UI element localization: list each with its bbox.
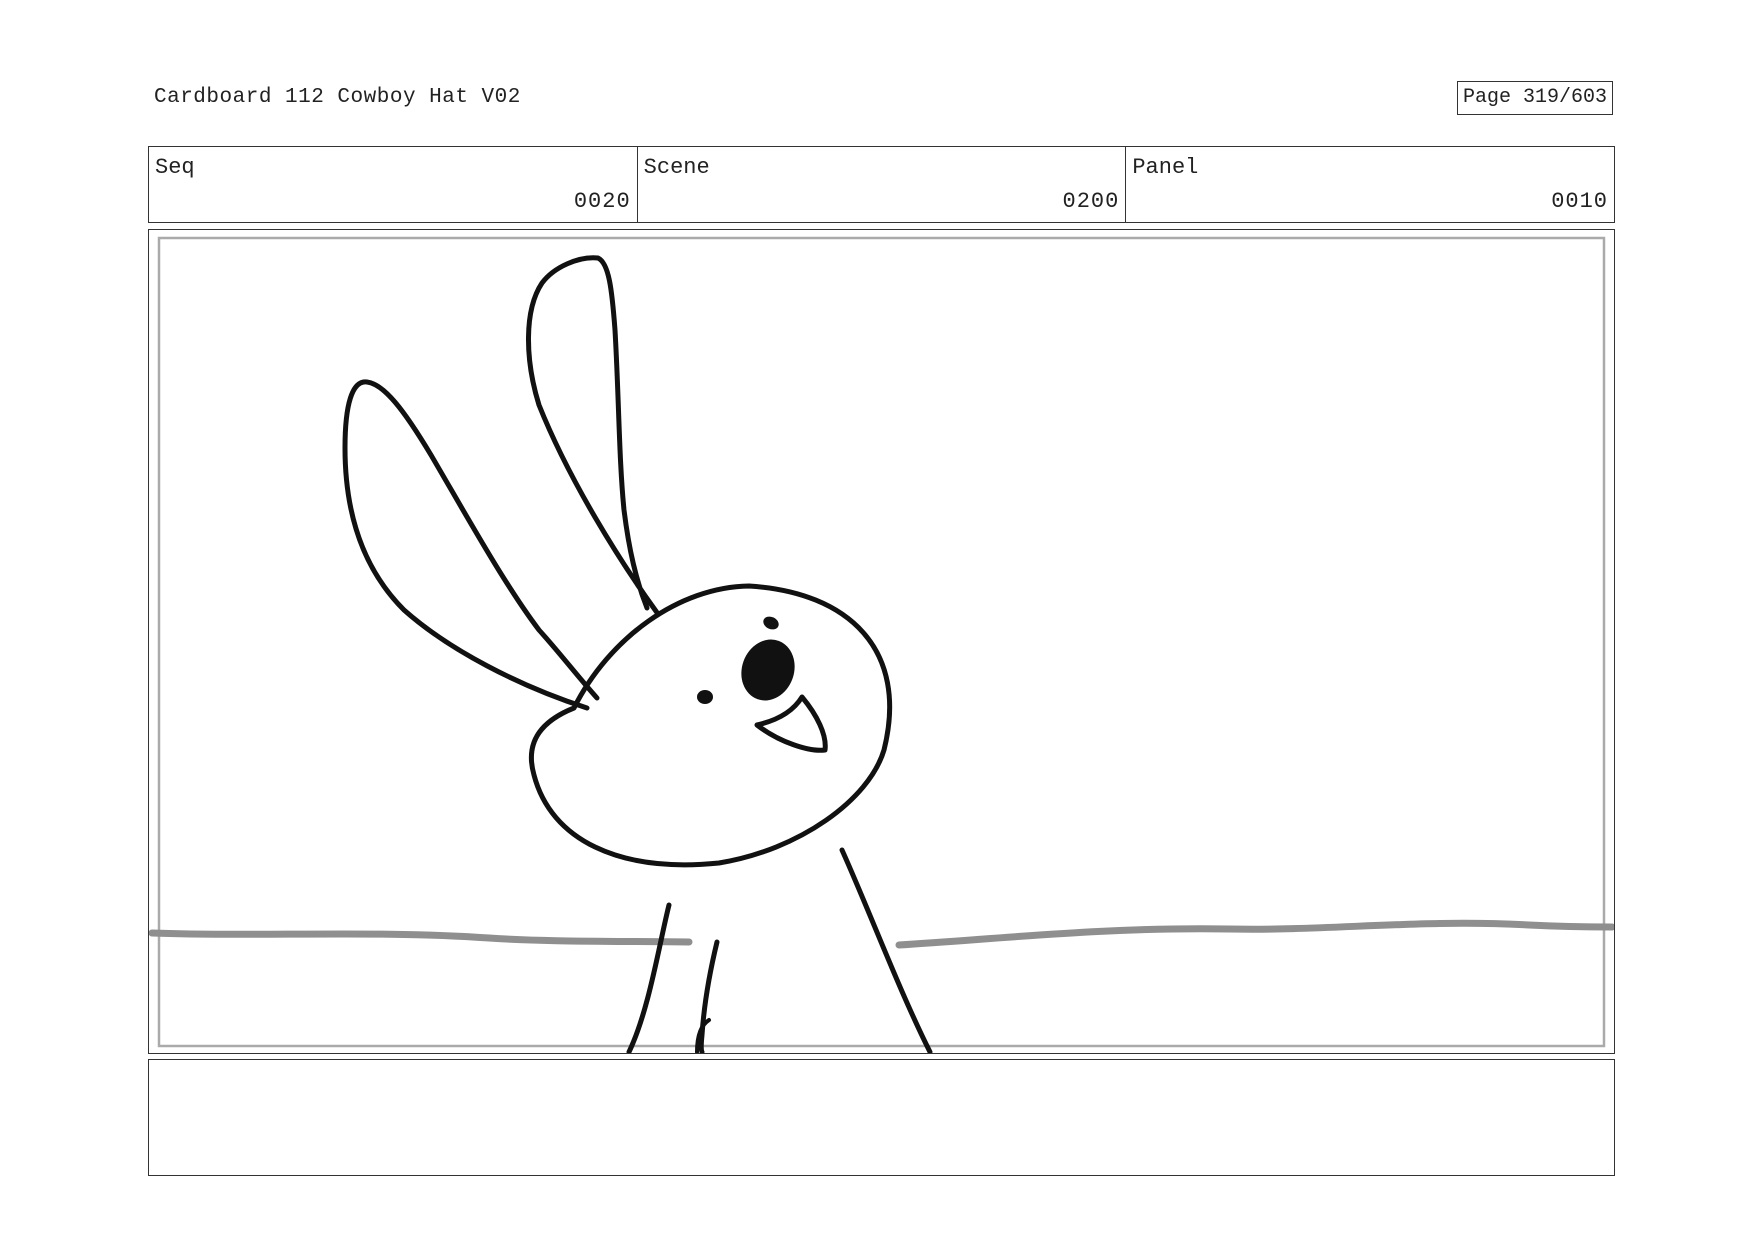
- horizon-line-right: [895, 919, 1614, 949]
- page-number: Page 319/603: [1457, 81, 1613, 115]
- left-eye: [697, 690, 713, 704]
- head: [528, 583, 893, 868]
- panel-cell: Panel 0010: [1126, 147, 1614, 222]
- panel-value: 0010: [1551, 189, 1609, 214]
- horizon-line-left: [149, 929, 693, 946]
- body-left-line: [626, 902, 672, 1053]
- storyboard-panel: [148, 229, 1615, 1054]
- scene-cell: Scene 0200: [638, 147, 1127, 222]
- notes-box: [148, 1059, 1615, 1176]
- right-eye: [763, 616, 779, 630]
- right-ear: [526, 255, 661, 617]
- panel-info-row: Seq 0020 Scene 0200 Panel 0010: [148, 146, 1615, 223]
- body-right-line: [839, 847, 933, 1053]
- scene-value: 0200: [1062, 189, 1120, 214]
- document-title: Cardboard 112 Cowboy Hat V02: [154, 86, 521, 109]
- arm-line: [698, 939, 720, 1053]
- scene-label: Scene: [643, 155, 710, 180]
- seq-value: 0020: [573, 189, 631, 214]
- panel-label: Panel: [1132, 155, 1199, 180]
- mouth: [754, 694, 828, 753]
- seq-cell: Seq 0020: [149, 147, 638, 222]
- left-ear: [342, 379, 600, 711]
- rabbit-sketch-drawing: [149, 236, 1614, 1053]
- nose: [741, 639, 795, 701]
- seq-label: Seq: [155, 155, 195, 180]
